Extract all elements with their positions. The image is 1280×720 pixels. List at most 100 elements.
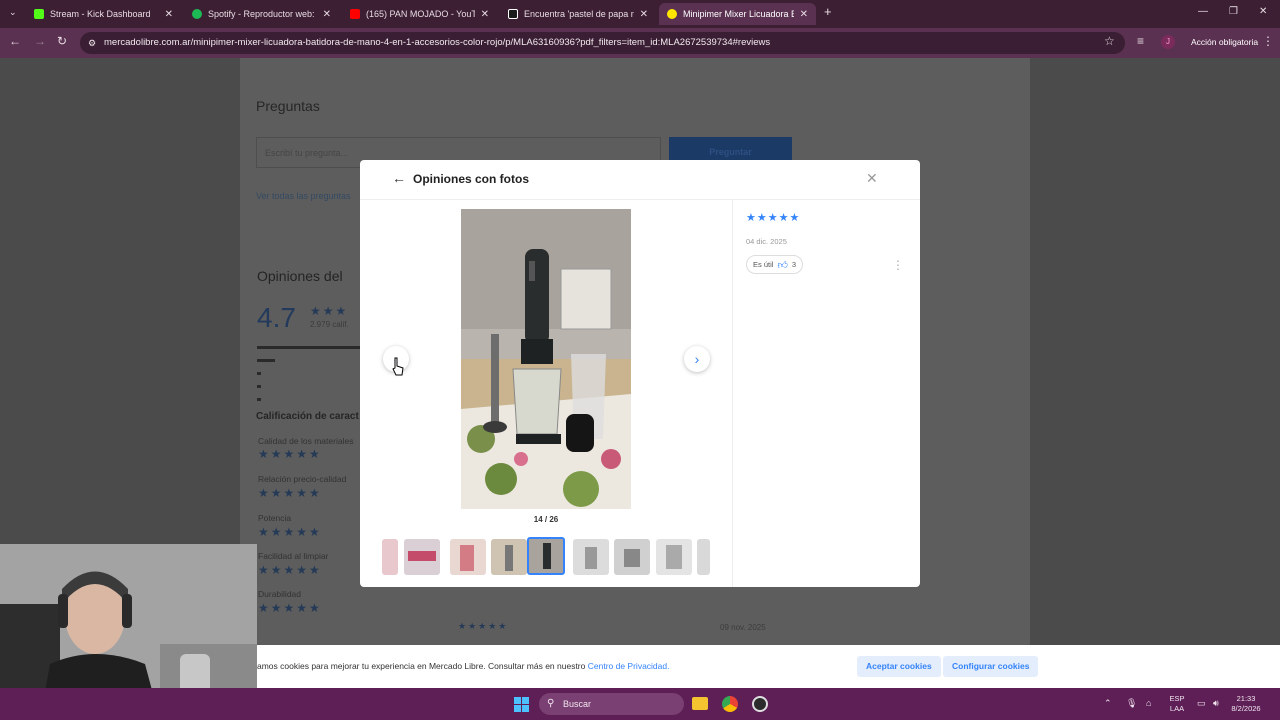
thumbnail-strip <box>380 537 710 577</box>
features-title: Calificación de caract <box>256 411 359 422</box>
accept-cookies-button[interactable]: Aceptar cookies <box>857 656 941 677</box>
file-explorer-icon[interactable] <box>692 697 708 710</box>
feature-label: Potencia <box>258 513 292 523</box>
thumbnail[interactable] <box>382 539 398 575</box>
thumbnail[interactable] <box>656 539 692 575</box>
feature-label: Relación precio-calidad <box>258 474 347 484</box>
profile-avatar[interactable]: J <box>1161 35 1175 49</box>
network-icon[interactable]: ⌂ <box>1146 698 1151 708</box>
tiktok-icon <box>508 9 518 19</box>
feature-stars: ★★★★★ <box>258 563 322 577</box>
required-action-button[interactable]: Acción obligatoria <box>1185 33 1264 51</box>
tab-list-icon[interactable]: ⌄ <box>9 7 17 18</box>
tab-youtube[interactable]: (165) PAN MOJADO - YouTube ✕ <box>342 3 497 25</box>
chrome-icon[interactable] <box>722 696 738 712</box>
minimize-icon[interactable]: — <box>1198 6 1208 17</box>
language-indicator[interactable]: ESP LAA <box>1166 694 1188 714</box>
reviews-title: Opiniones del <box>257 268 343 284</box>
tab-spotify[interactable]: Spotify - Reproductor web: mú ✕ <box>184 3 339 25</box>
tab-label: Stream - Kick Dashboard <box>50 9 151 19</box>
thumbnail[interactable] <box>573 539 609 575</box>
close-icon[interactable]: ✕ <box>323 9 331 20</box>
review-photo <box>461 209 631 509</box>
review-date: 04 dic. 2025 <box>746 237 787 246</box>
site-info-icon[interactable]: ⚙ <box>88 32 96 54</box>
thumbs-up-icon: 👍︎ <box>777 259 788 271</box>
microphone-icon[interactable]: 🎙︎ <box>1126 698 1137 708</box>
rating-value: 4.7 <box>257 302 296 333</box>
close-icon[interactable]: ✕ <box>640 9 648 20</box>
close-icon[interactable]: ✕ <box>165 9 173 20</box>
close-icon[interactable]: ✕ <box>800 9 808 20</box>
close-icon[interactable]: ✕ <box>866 170 878 187</box>
rating-bar <box>257 372 261 375</box>
feature-stars: ★★★★★ <box>258 486 322 500</box>
tray-chevron-icon[interactable]: ⌃ <box>1104 698 1112 708</box>
tab-mercadolibre[interactable]: Minipimer Mixer Licuadora Bat ✕ <box>659 3 816 25</box>
back-arrow-icon[interactable]: ← <box>392 170 406 186</box>
tab-kick[interactable]: Stream - Kick Dashboard ✕ <box>26 3 181 25</box>
forward-icon[interactable]: → <box>34 34 46 48</box>
useful-label: Es útil <box>753 260 774 269</box>
windows-start-icon[interactable] <box>514 697 529 712</box>
next-photo-button[interactable]: › <box>684 346 710 372</box>
useful-count: 3 <box>791 260 797 269</box>
review-stars: ★★★★★ <box>746 212 801 224</box>
configure-cookies-button[interactable]: Configurar cookies <box>943 656 1039 677</box>
feature-label: Facilidad al limpiar <box>258 551 329 561</box>
volume-icon[interactable]: 🔊︎ <box>1213 698 1219 708</box>
close-icon[interactable]: ✕ <box>481 9 489 20</box>
clock[interactable]: 21:33 8/2/2026 <box>1228 694 1264 714</box>
review-date: 09 nov. 2025 <box>720 623 766 632</box>
review-stars: ★★★★★ <box>458 621 509 631</box>
rating-bar <box>257 398 261 401</box>
thumbnail[interactable] <box>404 539 440 575</box>
modal-title: Opiniones con fotos <box>413 172 529 186</box>
display-icon[interactable]: ▭ <box>1197 698 1206 708</box>
close-window-icon[interactable]: ✕ <box>1259 6 1267 17</box>
address-toolbar: ← → ↻ ⚙ mercadolibre.com.ar/minipimer-mi… <box>0 28 1280 58</box>
privacy-center-link[interactable]: Centro de Privacidad. <box>588 661 670 671</box>
rating-bar <box>257 359 275 362</box>
blender-photo-illustration <box>461 209 631 509</box>
reload-icon[interactable]: ↻ <box>57 34 67 48</box>
useful-button[interactable]: Es útil 👍︎ 3 <box>746 255 804 274</box>
thumbnail[interactable] <box>450 539 486 575</box>
cookie-message: amos cookies para mejorar tu experiencia… <box>257 661 586 671</box>
new-tab-icon[interactable]: + <box>824 4 832 19</box>
tab-label: (165) PAN MOJADO - YouTube <box>366 9 475 19</box>
cookie-text: amos cookies para mejorar tu experiencia… <box>257 661 669 671</box>
photo-reviews-modal: ← Opiniones con fotos ✕ 14 / 26 ‹ <box>360 160 920 587</box>
bookmark-star-icon[interactable]: ☆ <box>1104 34 1115 48</box>
search-label: Buscar <box>563 699 592 709</box>
rating-count: 2.979 calif. <box>310 320 349 329</box>
more-options-icon[interactable]: ⋮ <box>892 258 904 272</box>
kick-icon <box>34 9 44 19</box>
feature-stars: ★★★★★ <box>258 601 322 615</box>
back-icon[interactable]: ← <box>9 34 21 48</box>
feature-label: Durabilidad <box>258 589 301 599</box>
restore-icon[interactable]: ❐ <box>1229 6 1238 17</box>
tab-label: Encuentra 'pastel de papa niña <box>524 9 634 19</box>
panel-divider <box>732 200 733 587</box>
search-icon: ⚲ <box>547 698 555 709</box>
language-code: ESP <box>1169 694 1185 703</box>
feature-stars: ★★★★★ <box>258 525 322 539</box>
all-questions-link[interactable]: Ver todas las preguntas <box>256 191 351 201</box>
tab-tiktok[interactable]: Encuentra 'pastel de papa niña ✕ <box>500 3 656 25</box>
tab-label: Minipimer Mixer Licuadora Bat <box>683 9 794 19</box>
layout-code: LAA <box>1169 704 1185 713</box>
youtube-icon <box>350 9 360 19</box>
taskbar-search[interactable]: ⚲ Buscar <box>539 693 684 715</box>
thumbnail[interactable] <box>491 539 527 575</box>
menu-kebab-icon[interactable]: ⋮ <box>1262 34 1274 48</box>
spotify-icon <box>192 9 202 19</box>
obs-icon[interactable] <box>752 696 768 712</box>
thumbnail[interactable] <box>614 539 650 575</box>
thumbnail-selected[interactable] <box>527 537 565 575</box>
media-control-icon[interactable]: ≡ <box>1137 34 1144 48</box>
url-field[interactable]: ⚙ mercadolibre.com.ar/minipimer-mixer-li… <box>80 32 1125 54</box>
feature-stars: ★★★★★ <box>258 447 322 461</box>
tab-label: Spotify - Reproductor web: mú <box>208 9 317 19</box>
thumbnail[interactable] <box>697 539 710 575</box>
